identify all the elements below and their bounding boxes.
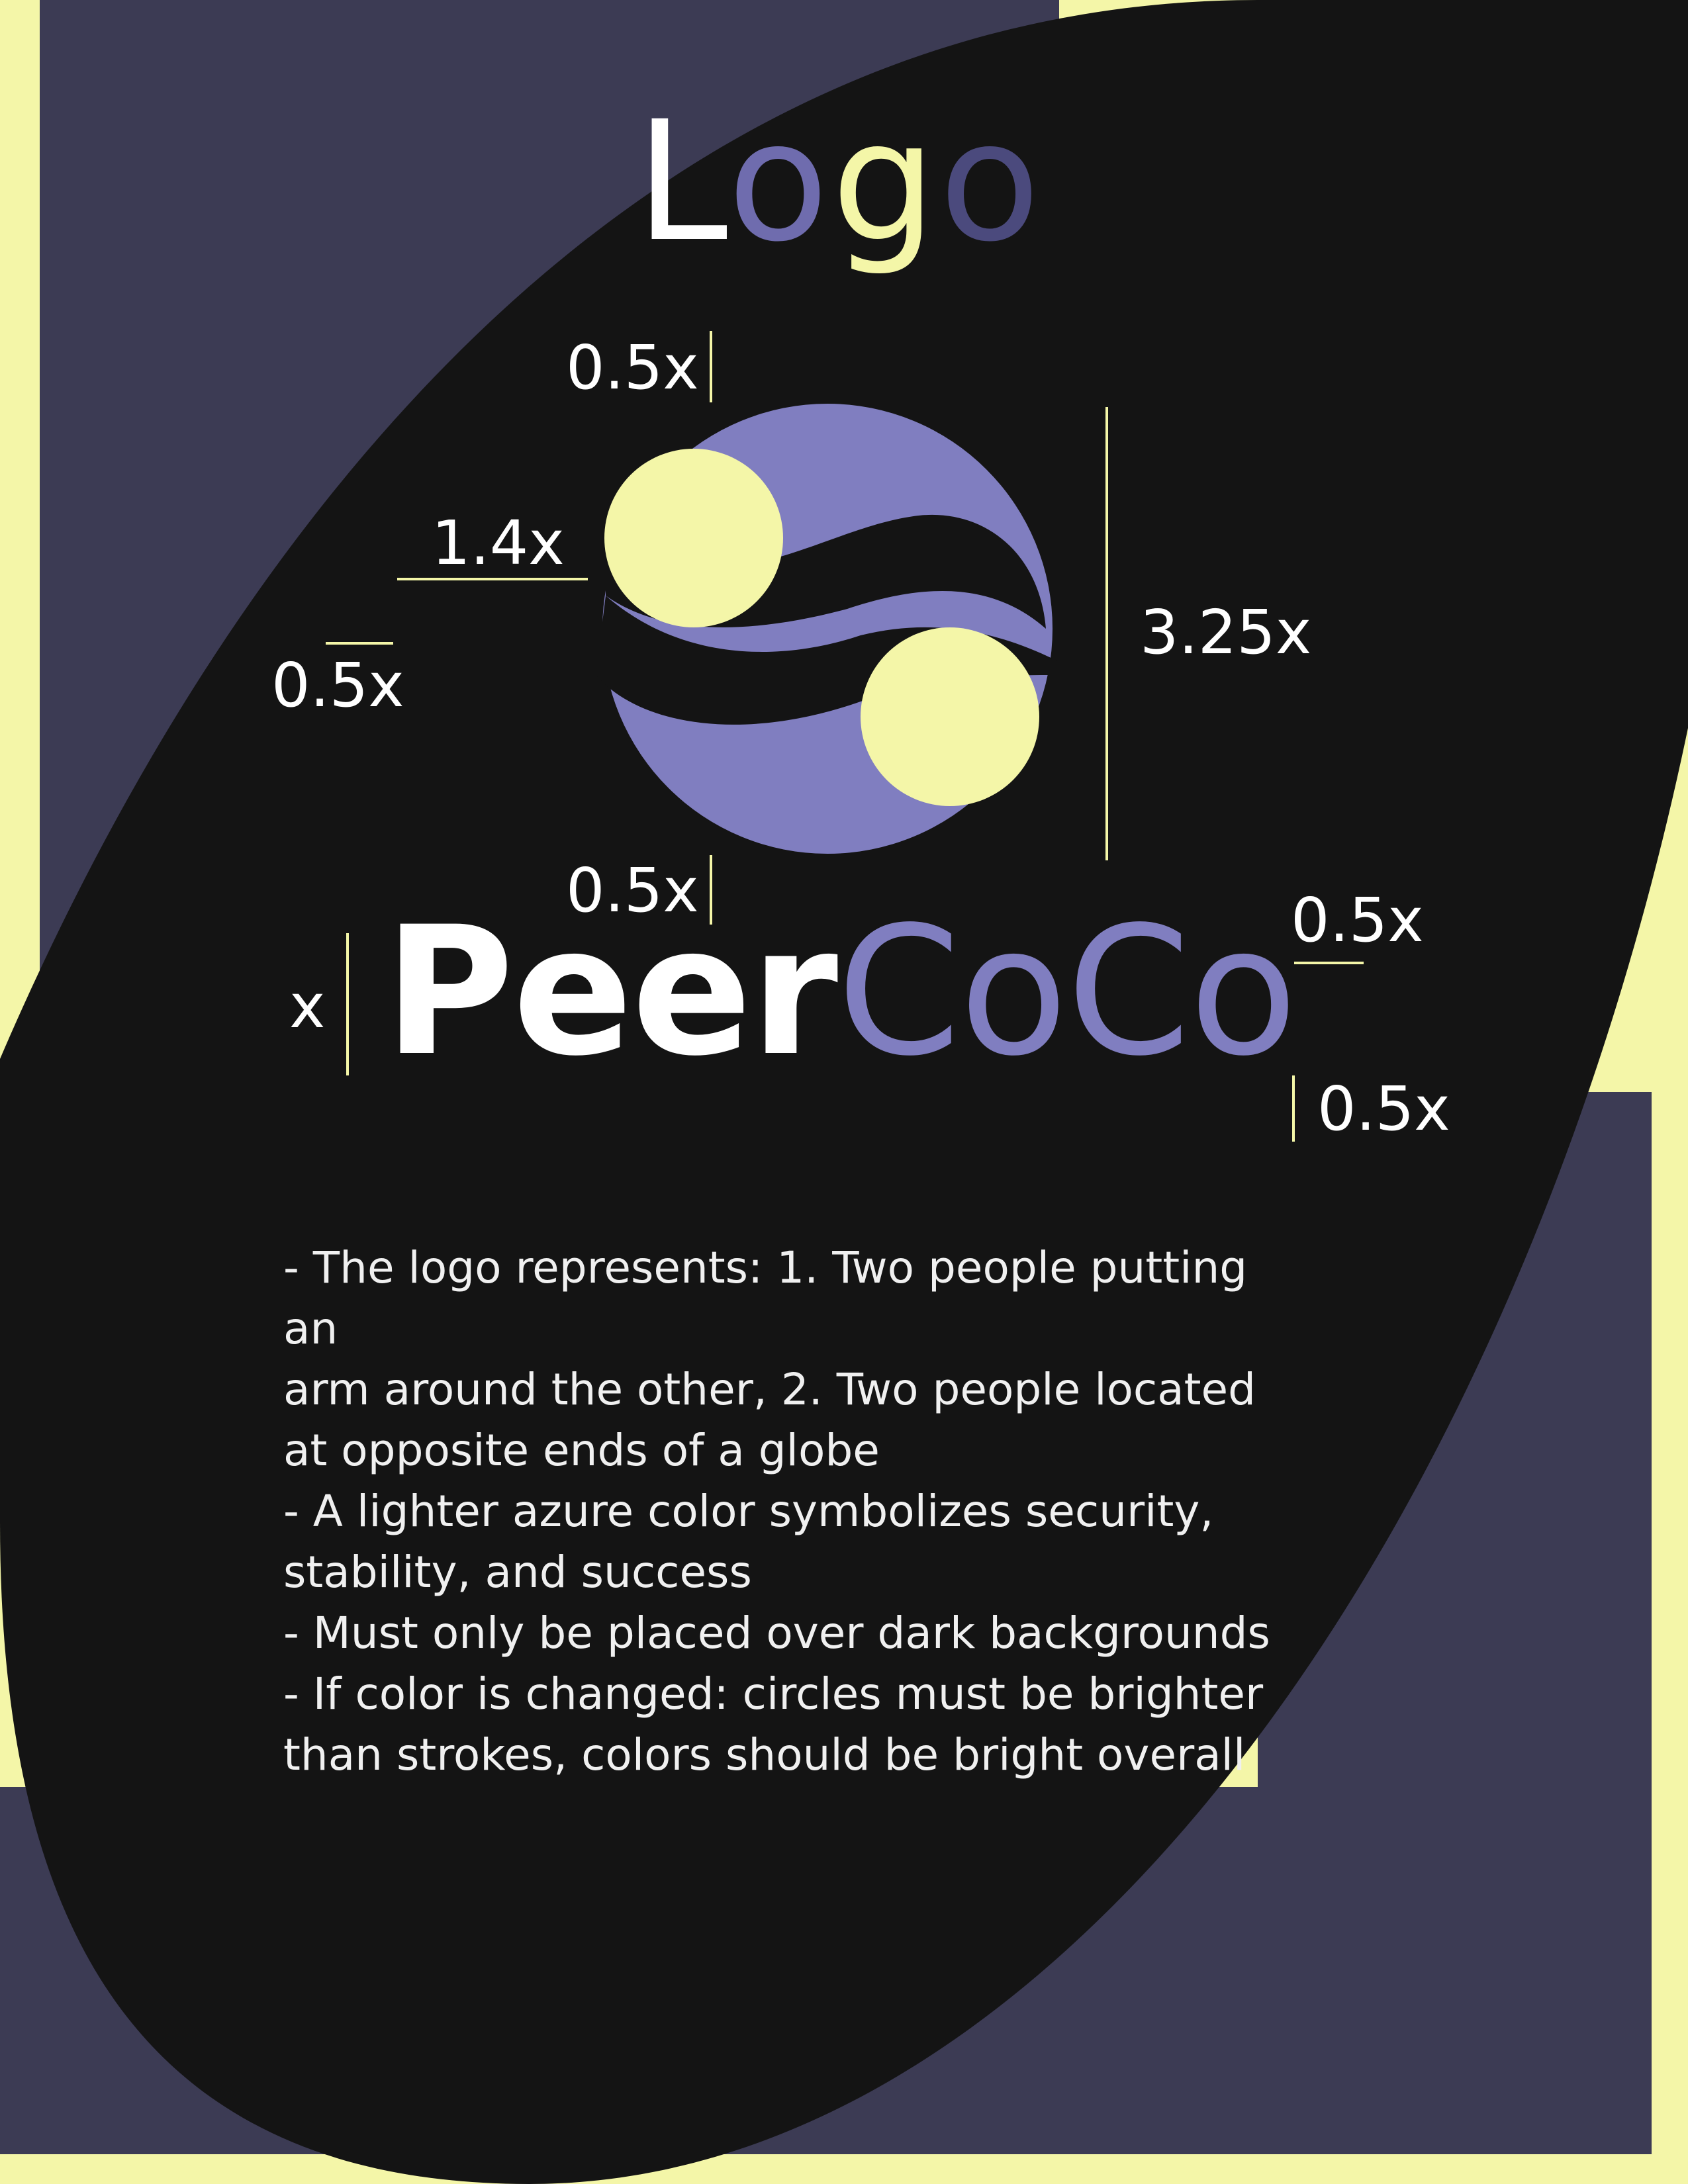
dimension-top-spacing-line <box>710 331 712 402</box>
dimension-wordmark-bottom-right: 0.5x <box>1317 1073 1450 1144</box>
description-item-color-change: - If color is changed: circles must be b… <box>283 1668 1264 1780</box>
peercoco-wordmark: PeerCoCo <box>384 903 1297 1081</box>
dimension-left-spacing: 0.5x <box>271 650 404 721</box>
dimension-circle-offset-line <box>397 578 588 580</box>
background-cream-strip-right <box>1652 1092 1688 2184</box>
dimension-wordmark-bottom-right-line <box>1292 1075 1295 1142</box>
logo-circle-person-right <box>861 627 1039 806</box>
background-cream-strip-left <box>0 0 40 1125</box>
peercoco-logo-mark <box>596 404 1059 854</box>
title-letter-o-2: o <box>939 85 1043 278</box>
description-item-color: - A lighter azure color symbolizes secur… <box>283 1486 1214 1598</box>
dimension-wordmark-top-right: 0.5x <box>1291 885 1424 956</box>
title-letter-o: o <box>727 85 831 278</box>
description-item-background: - Must only be placed over dark backgrou… <box>283 1608 1270 1659</box>
dimension-logo-height: 3.25x <box>1140 597 1312 668</box>
dimension-wordmark-top-right-line <box>1294 962 1364 964</box>
background-cream-strip-bottom <box>0 2154 1688 2184</box>
logo-circle-person-left <box>604 449 783 627</box>
dimension-logo-height-line <box>1105 407 1108 860</box>
logo-guideline-page: Logo 0.5x 1.4x 0.5x 3.25x 0.5x x PeerCoC… <box>0 0 1688 2184</box>
description-item-meaning: - The logo represents: 1. Two people put… <box>283 1242 1256 1476</box>
page-title: Logo <box>635 99 1043 265</box>
dimension-wordmark-height-line <box>346 933 349 1075</box>
logo-description-list: - The logo represents: 1. Two people put… <box>283 1238 1276 1786</box>
dimension-left-spacing-line <box>326 642 393 645</box>
dimension-wordmark-height: x <box>289 971 326 1042</box>
title-letter-g: g <box>831 85 939 278</box>
wordmark-peer: Peer <box>384 889 838 1095</box>
title-letter-l: L <box>635 85 727 278</box>
dimension-circle-offset: 1.4x <box>432 508 565 578</box>
dimension-top-spacing: 0.5x <box>566 332 699 403</box>
wordmark-coco: CoCo <box>837 889 1297 1095</box>
